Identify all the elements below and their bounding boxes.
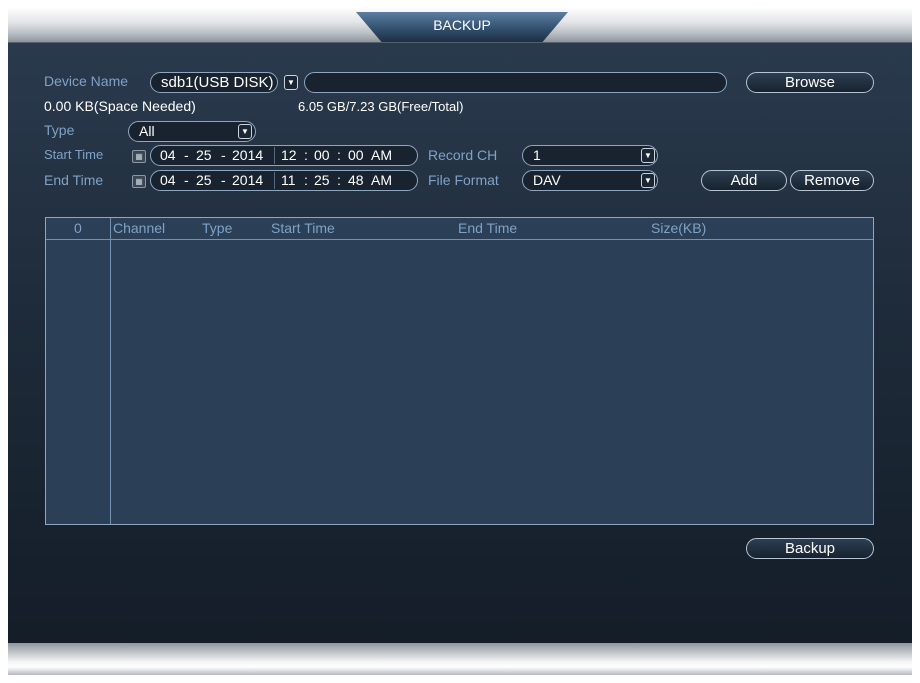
file-format-dropdown-caret-icon[interactable]: ▼ <box>641 173 655 188</box>
window-title: BACKUP <box>356 12 568 42</box>
start-year[interactable]: 2014 <box>232 146 263 165</box>
end-day[interactable]: 25 <box>196 171 212 190</box>
file-format-label: File Format <box>428 172 499 188</box>
remove-button[interactable]: Remove <box>790 170 874 191</box>
backup-file-table[interactable]: 0 Channel Type Start Time End Time Size(… <box>45 217 874 525</box>
col-header-start-time[interactable]: Start Time <box>271 220 335 236</box>
file-format-select[interactable]: DAV <box>522 170 658 191</box>
start-date-sep-1: - <box>184 147 189 163</box>
end-time-sep-2: : <box>337 172 341 188</box>
start-time-label: Start Time <box>44 147 104 162</box>
device-name-label: Device Name <box>44 73 129 89</box>
end-time-sep-1: : <box>304 172 308 188</box>
record-ch-label: Record CH <box>428 147 498 163</box>
table-header: 0 Channel Type Start Time End Time Size(… <box>46 218 873 240</box>
start-time-sep-2: : <box>337 147 341 163</box>
end-time-label: End Time <box>44 172 104 188</box>
record-ch-select[interactable]: 1 <box>522 145 658 166</box>
table-column-divider <box>110 218 111 524</box>
start-second[interactable]: 00 <box>348 146 364 165</box>
end-month[interactable]: 04 <box>160 171 176 190</box>
start-date-sep-2: - <box>221 147 226 163</box>
start-spinner-divider <box>274 147 275 164</box>
start-ampm[interactable]: AM <box>371 146 392 165</box>
free-total-text: 6.05 GB/7.23 GB(Free/Total) <box>298 99 464 114</box>
start-month[interactable]: 04 <box>160 146 176 165</box>
end-calendar-icon[interactable]: ▦ <box>132 175 146 188</box>
end-spinner-divider <box>274 172 275 189</box>
title-bar: BACKUP <box>8 8 912 43</box>
start-hour[interactable]: 12 <box>281 146 297 165</box>
device-dropdown-caret-icon[interactable]: ▼ <box>284 75 298 90</box>
end-ampm[interactable]: AM <box>371 171 392 190</box>
end-hour[interactable]: 11 <box>281 171 296 190</box>
device-name-select[interactable]: sdb1(USB DISK) <box>150 72 278 93</box>
type-select[interactable]: All <box>128 121 256 142</box>
col-header-index[interactable]: 0 <box>74 220 82 236</box>
col-header-channel[interactable]: Channel <box>113 220 165 236</box>
footer-bar <box>8 643 912 675</box>
device-path-field[interactable] <box>304 72 727 93</box>
end-year[interactable]: 2014 <box>232 171 263 190</box>
end-minute[interactable]: 25 <box>314 171 330 190</box>
backup-window: BACKUP Device Name sdb1(USB DISK) ▼ Brow… <box>8 8 912 675</box>
start-day[interactable]: 25 <box>196 146 212 165</box>
backup-button[interactable]: Backup <box>746 538 874 559</box>
browse-button[interactable]: Browse <box>746 72 874 93</box>
end-date-sep-1: - <box>184 172 189 188</box>
type-dropdown-caret-icon[interactable]: ▼ <box>238 124 252 139</box>
end-second[interactable]: 48 <box>348 171 364 190</box>
col-header-size[interactable]: Size(KB) <box>651 220 706 236</box>
end-time-spinner[interactable]: 04 - 25 - 2014 11 : 25 : 48 AM <box>150 170 418 191</box>
add-button[interactable]: Add <box>701 170 787 191</box>
start-time-sep-1: : <box>304 147 308 163</box>
start-calendar-icon[interactable]: ▦ <box>132 150 146 163</box>
start-time-spinner[interactable]: 04 - 25 - 2014 12 : 00 : 00 AM <box>150 145 418 166</box>
type-label: Type <box>44 122 75 138</box>
space-needed-text: 0.00 KB(Space Needed) <box>44 98 196 114</box>
col-header-end-time[interactable]: End Time <box>458 220 517 236</box>
end-date-sep-2: - <box>221 172 226 188</box>
record-ch-dropdown-caret-icon[interactable]: ▼ <box>641 148 655 163</box>
backup-panel: Device Name sdb1(USB DISK) ▼ Browse 0.00… <box>8 43 912 643</box>
start-minute[interactable]: 00 <box>314 146 330 165</box>
col-header-type[interactable]: Type <box>202 220 232 236</box>
